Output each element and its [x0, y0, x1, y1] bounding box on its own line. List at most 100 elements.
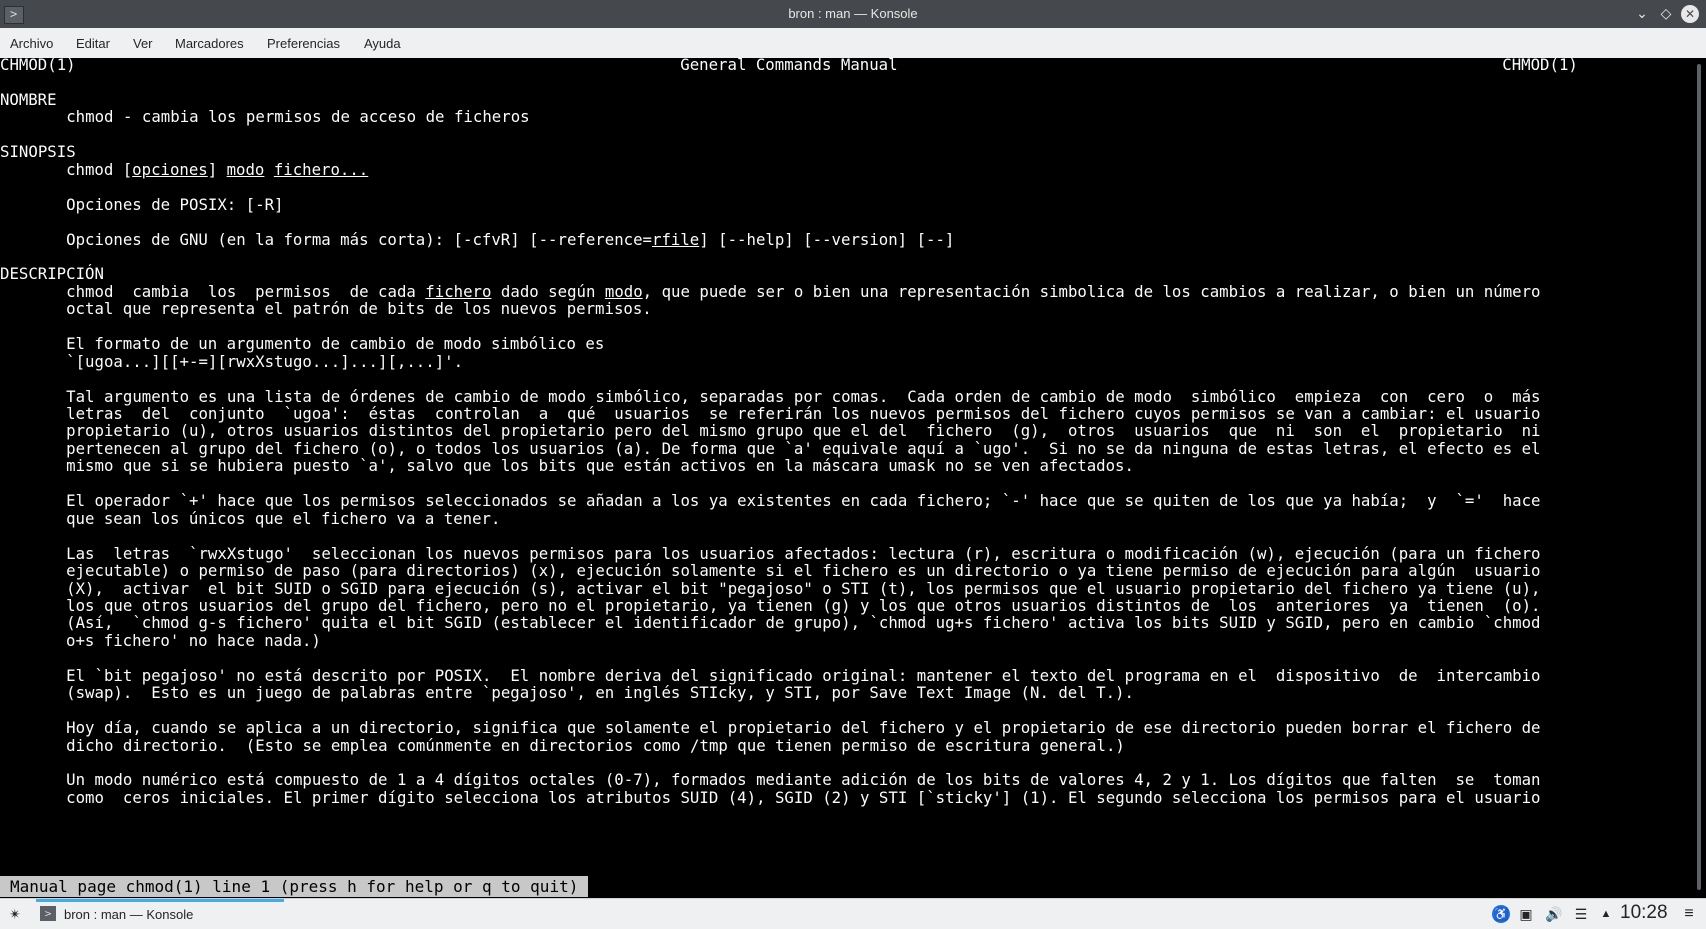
- terminal-line: SINOPSIS: [0, 142, 76, 161]
- line-text: CHMOD(1) General Commands Manual CHMOD(1…: [0, 55, 1578, 74]
- terminal-line: mismo que si se hubiera puesto `a', salv…: [0, 456, 1134, 475]
- terminal-line: NOMBRE: [0, 90, 57, 109]
- menu-marcadores[interactable]: Marcadores: [175, 36, 244, 51]
- terminal-scrollbar[interactable]: [1694, 58, 1706, 896]
- line-text: ]: [207, 159, 227, 179]
- terminal-line: Las letras `rwxXstugo' seleccionan los n…: [0, 543, 1541, 563]
- task-label: bron : man — Konsole: [64, 907, 194, 922]
- line-text: El `bit pegajoso' no está descrito por P…: [0, 665, 1541, 685]
- terminal-line: los que otros usuarios del grupo del fic…: [0, 595, 1541, 615]
- terminal-line: chmod cambia los permisos de cada ficher…: [0, 281, 1541, 301]
- maximize-button[interactable]: ◇: [1657, 5, 1675, 23]
- pager-status-line: Manual page chmod(1) line 1 (press h for…: [0, 876, 589, 897]
- terminal-line: o+s fichero' no hace nada.): [0, 631, 321, 650]
- line-text: Tal argumento es una lista de órdenes de…: [0, 386, 1541, 406]
- line-text: que sean los únicos que el fichero va a …: [0, 508, 501, 528]
- terminal-line: (X), activar el bit SUID o SGID para eje…: [0, 578, 1541, 598]
- terminal-line: DESCRIPCIÓN: [0, 264, 104, 283]
- underlined-term: rfile: [652, 229, 700, 249]
- clipboard-icon[interactable]: ☰: [1572, 905, 1590, 923]
- underlined-term: modo: [604, 281, 643, 301]
- network-icon[interactable]: ▣: [1517, 905, 1535, 923]
- line-text: , que puede ser o bien una representació…: [642, 281, 1541, 301]
- line-text: (swap). Esto es un juego de palabras ent…: [0, 683, 1134, 703]
- line-text: pertenecen al grupo del fichero (o), o t…: [0, 438, 1541, 458]
- terminal-line: chmod - cambia los permisos de acceso de…: [0, 107, 530, 127]
- line-text: Un modo numérico está compuesto de 1 a 4…: [0, 770, 1541, 790]
- terminal-line: que sean los únicos que el fichero va a …: [0, 509, 500, 528]
- line-text: [264, 160, 273, 179]
- line-text: chmod - cambia los permisos de acceso de…: [0, 107, 530, 127]
- terminal-line: Un modo numérico está compuesto de 1 a 4…: [0, 770, 1541, 790]
- underlined-term: fichero: [425, 281, 492, 301]
- terminal-line: dicho directorio. (Esto se emplea comúnm…: [0, 736, 1125, 755]
- line-text: Hoy día, cuando se aplica a un directori…: [0, 718, 1541, 738]
- line-text: ejecutable) o permiso de paso (para dire…: [0, 561, 1541, 581]
- terminal-line: propietario (u), otros usuarios distinto…: [0, 421, 1541, 441]
- line-text: octal que representa el patrón de bits d…: [0, 299, 652, 319]
- terminal-line: Opciones de POSIX: [-R]: [0, 195, 283, 214]
- line-text: como ceros iniciales. El primer dígito s…: [0, 787, 1541, 807]
- menu-archivo[interactable]: Archivo: [10, 36, 53, 51]
- terminal-line: El formato de un argumento de cambio de …: [0, 334, 604, 353]
- line-text: (X), activar el bit SUID o SGID para eje…: [0, 578, 1541, 598]
- window-title: bron : man — Konsole: [788, 6, 918, 21]
- terminal-line: `[ugoa...][[+-=][rwxXstugo...]...][,...]…: [0, 352, 463, 371]
- underlined-term: fichero...: [273, 159, 369, 179]
- line-text: dado según: [491, 281, 605, 301]
- active-task-indicator: [36, 899, 284, 902]
- terminal-line: chmod [opciones] modo fichero...: [0, 160, 368, 179]
- application-launcher-icon[interactable]: ✴: [6, 905, 24, 923]
- terminal-line: (Así, `chmod g-s fichero' quita el bit S…: [0, 613, 1541, 633]
- line-text: chmod cambia los permisos de cada: [0, 281, 426, 301]
- scrollbar-thumb[interactable]: [1697, 64, 1701, 890]
- terminal-output[interactable]: CHMOD(1) General Commands Manual CHMOD(1…: [0, 55, 1694, 896]
- menu-ayuda[interactable]: Ayuda: [364, 36, 401, 51]
- line-text: SINOPSIS: [0, 142, 76, 162]
- line-text: (Así, `chmod g-s fichero' quita el bit S…: [0, 613, 1541, 633]
- taskbar-task-konsole[interactable]: > bron : man — Konsole: [36, 899, 284, 929]
- volume-icon[interactable]: 🔊: [1545, 905, 1563, 923]
- line-text: El formato de un argumento de cambio de …: [0, 334, 605, 354]
- line-text: o+s fichero' no hace nada.): [0, 630, 321, 650]
- line-text: Las letras `rwxXstugo' seleccionan los n…: [0, 543, 1541, 563]
- menu-preferencias[interactable]: Preferencias: [267, 36, 340, 51]
- line-text: Opciones de POSIX: [-R]: [0, 194, 284, 214]
- line-text: mismo que si se hubiera puesto `a', salv…: [0, 456, 1134, 476]
- konsole-task-icon: >: [40, 906, 56, 921]
- line-text: Opciones de GNU (en la forma más corta):…: [0, 229, 653, 249]
- minimize-button[interactable]: ⌄: [1633, 5, 1651, 23]
- taskbar: ✴ > bron : man — Konsole ♿ ▣ 🔊 ☰ ▲ 10:28…: [0, 898, 1706, 929]
- underlined-term: opciones: [132, 159, 208, 179]
- terminal-line: (swap). Esto es un juego de palabras ent…: [0, 683, 1134, 702]
- underlined-term: modo: [226, 159, 265, 179]
- line-text: propietario (u), otros usuarios distinto…: [0, 421, 1541, 441]
- menu-ver[interactable]: Ver: [133, 36, 153, 51]
- line-text: `[ugoa...][[+-=][rwxXstugo...]...][,...]…: [0, 351, 464, 371]
- line-text: DESCRIPCIÓN: [0, 264, 104, 284]
- terminal-line: El `bit pegajoso' no está descrito por P…: [0, 665, 1541, 685]
- menu-editar[interactable]: Editar: [76, 36, 110, 51]
- terminal-line: octal que representa el patrón de bits d…: [0, 299, 652, 318]
- terminal-line: El operador `+' hace que los permisos se…: [0, 491, 1541, 511]
- terminal-line: CHMOD(1) General Commands Manual CHMOD(1…: [0, 55, 1578, 74]
- close-button[interactable]: ✕: [1681, 5, 1699, 23]
- line-text: chmod [: [0, 159, 133, 179]
- panel-menu-icon[interactable]: ≡: [1680, 905, 1698, 923]
- accessibility-icon[interactable]: ♿: [1492, 905, 1510, 923]
- terminal-line: Hoy día, cuando se aplica a un directori…: [0, 718, 1541, 738]
- line-text: los que otros usuarios del grupo del fic…: [0, 595, 1541, 615]
- line-text: dicho directorio. (Esto se emplea comúnm…: [0, 735, 1125, 755]
- terminal-line: como ceros iniciales. El primer dígito s…: [0, 787, 1541, 807]
- terminal-line: pertenecen al grupo del fichero (o), o t…: [0, 438, 1541, 458]
- line-text: ] [--help] [--version] [--]: [699, 229, 955, 249]
- terminal-line: Opciones de GNU (en la forma más corta):…: [0, 230, 954, 249]
- terminal-line: Tal argumento es una lista de órdenes de…: [0, 386, 1541, 406]
- line-text: El operador `+' hace que los permisos se…: [0, 491, 1541, 511]
- clock[interactable]: 10:28: [1620, 902, 1668, 924]
- window-titlebar[interactable]: > bron : man — Konsole ⌄ ◇ ✕: [0, 0, 1706, 28]
- terminal-line: letras del conjunto `ugoa': éstas contro…: [0, 404, 1541, 423]
- line-text: NOMBRE: [0, 89, 57, 109]
- tray-expand-icon[interactable]: ▲: [1597, 905, 1615, 923]
- line-text: letras del conjunto `ugoa': éstas contro…: [0, 404, 1541, 423]
